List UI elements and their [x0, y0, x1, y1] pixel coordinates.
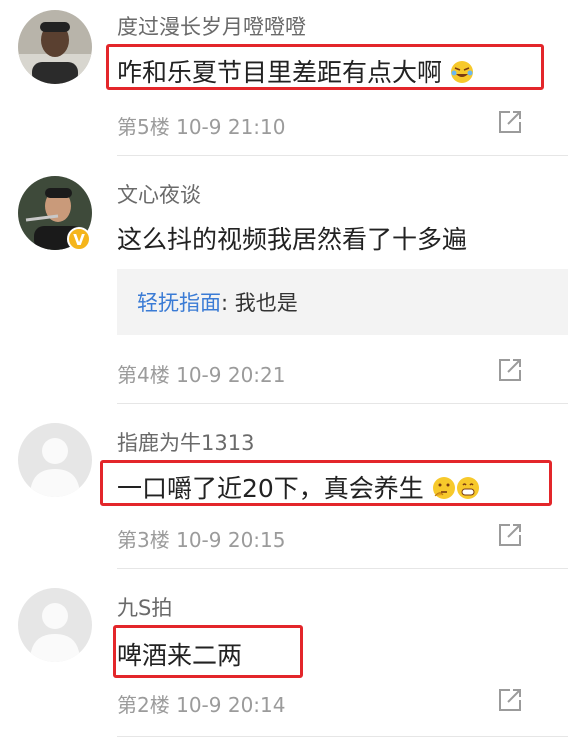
comment-item: 指鹿为牛1313 一口嚼了近20下，真会养生 第3楼 10-9 20:15	[0, 405, 568, 570]
comment-item: 九S拍 啤酒来二两 第2楼 10-9 20:14	[0, 570, 568, 743]
comment-text-body: 咋和乐夏节目里差距有点大啊	[117, 58, 443, 87]
thinking-emoji	[432, 476, 456, 500]
reply-body: 我也是	[234, 291, 298, 315]
floor-label: 第2楼	[117, 693, 170, 717]
comment-meta: 第3楼 10-9 20:15	[117, 524, 285, 553]
username[interactable]: 九S拍	[117, 592, 172, 622]
username[interactable]: 文心夜谈	[117, 179, 201, 209]
timestamp: 10-9 21:10	[176, 115, 286, 139]
username[interactable]: 指鹿为牛1313	[117, 427, 254, 457]
comment-meta: 第2楼 10-9 20:14	[117, 689, 285, 718]
reply-separator: :	[221, 291, 235, 315]
divider	[117, 736, 568, 737]
reply-block[interactable]: 轻抚指面: 我也是	[117, 269, 568, 335]
timestamp: 10-9 20:14	[176, 693, 286, 717]
floor-label: 第3楼	[117, 528, 170, 552]
comment-text: 啤酒来二两	[117, 641, 243, 670]
reply-text: 轻抚指面: 我也是	[137, 287, 298, 317]
comment-text: 一口嚼了近20下，真会养生	[117, 469, 480, 505]
share-icon[interactable]	[496, 686, 524, 714]
avatar[interactable]	[18, 10, 92, 84]
timestamp: 10-9 20:21	[176, 363, 286, 387]
timestamp: 10-9 20:15	[176, 528, 286, 552]
floor-label: 第4楼	[117, 363, 170, 387]
comment-item: 度过漫长岁月噔噔噔 咋和乐夏节目里差距有点大啊 第5楼 10-9 21:10	[0, 0, 568, 157]
comment-text-body: 一口嚼了近20下，真会养生	[117, 474, 424, 503]
comment-item: V 文心夜谈 这么抖的视频我居然看了十多遍 轻抚指面: 我也是 第4楼 10-9…	[0, 157, 568, 405]
reply-username[interactable]: 轻抚指面	[137, 291, 221, 315]
comment-meta: 第4楼 10-9 20:21	[117, 359, 285, 388]
laughing-tears-emoji	[450, 60, 474, 84]
floor-label: 第5楼	[117, 115, 170, 139]
verified-badge: V	[67, 227, 91, 251]
avatar[interactable]	[18, 588, 92, 662]
divider	[117, 568, 568, 569]
share-icon[interactable]	[496, 356, 524, 384]
username[interactable]: 度过漫长岁月噔噔噔	[117, 11, 306, 41]
share-icon[interactable]	[496, 108, 524, 136]
avatar[interactable]	[18, 423, 92, 497]
divider	[117, 155, 568, 156]
share-icon[interactable]	[496, 521, 524, 549]
grinning-emoji	[456, 476, 480, 500]
comment-text: 咋和乐夏节目里差距有点大啊	[117, 53, 474, 89]
divider	[117, 403, 568, 404]
comment-meta: 第5楼 10-9 21:10	[117, 111, 285, 140]
comment-text: 这么抖的视频我居然看了十多遍	[117, 225, 468, 254]
